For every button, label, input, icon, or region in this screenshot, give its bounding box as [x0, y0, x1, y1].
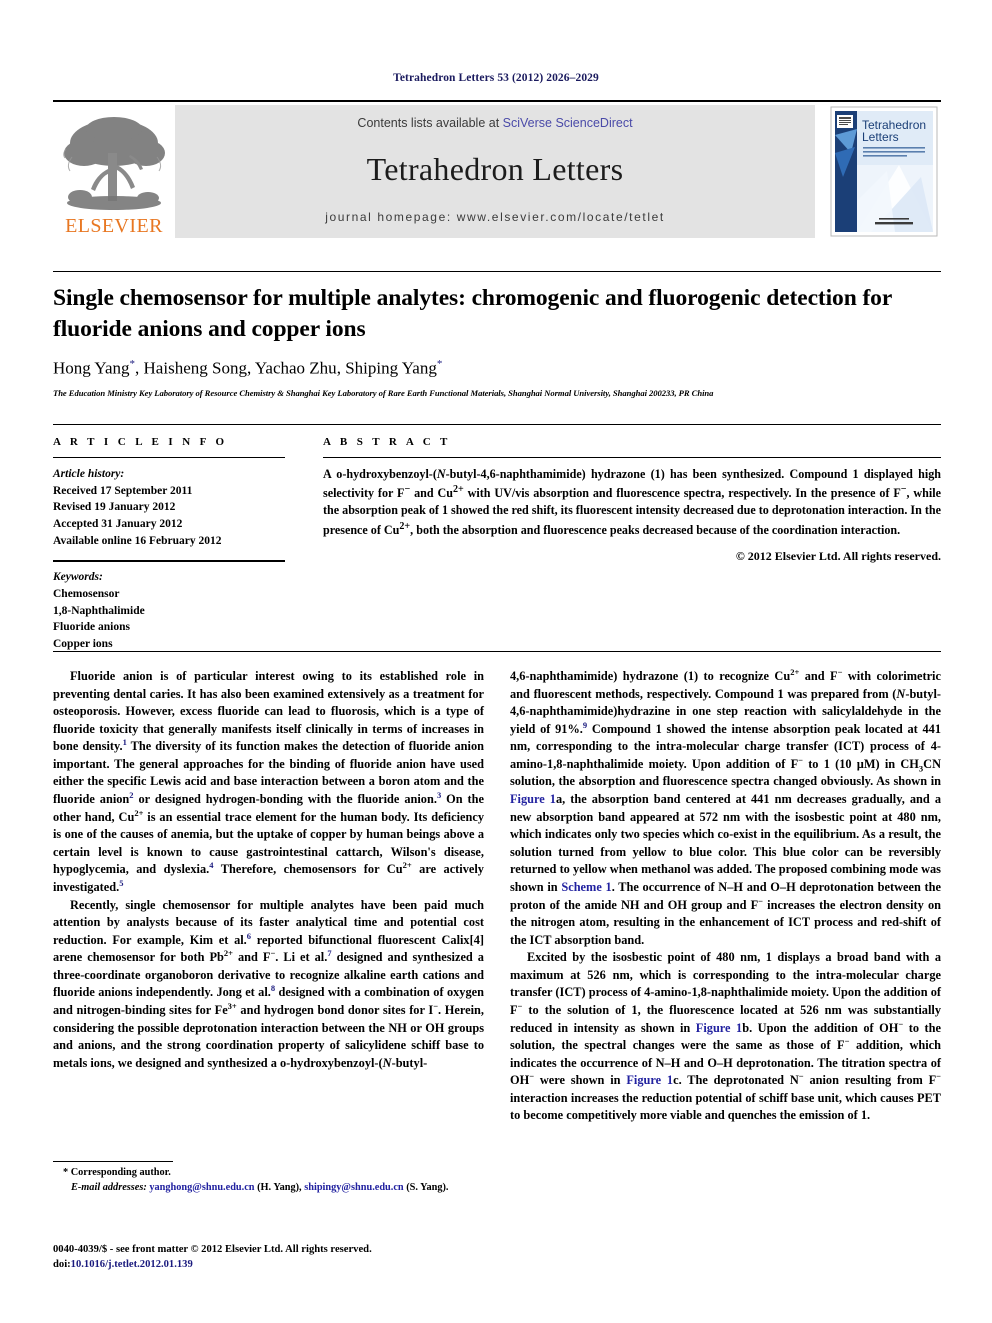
author-name-3: Yachao Zhu — [254, 358, 337, 378]
email-addresses-line: E-mail addresses: yanghong@shnu.edu.cn (… — [53, 1181, 484, 1196]
history-revised: Revised 19 January 2012 — [53, 501, 176, 514]
author-name-2: Haisheng Song — [143, 358, 247, 378]
abstract-copyright: © 2012 Elsevier Ltd. All rights reserved… — [735, 548, 941, 563]
scheme-1-link[interactable]: Scheme 1 — [561, 880, 611, 894]
email-owner-1: (H. Yang), — [257, 1181, 302, 1193]
abstract-heading: A B S T R A C T — [323, 436, 451, 448]
author-1-corresponding-marker: * — [129, 358, 136, 370]
author-name-1: Hong Yang — [53, 358, 130, 378]
corresponding-author-footnote: * Corresponding author. E-mail addresses… — [53, 1161, 484, 1195]
abstract-section: A B S T R A C T A o-hydroxybenzoyl-(N-bu… — [323, 436, 941, 564]
corresponding-author-line: * Corresponding author. — [63, 1167, 171, 1178]
email-addresses-label: E-mail addresses: — [71, 1181, 147, 1193]
body-paragraph: 4,6-naphthamimide) hydrazone (1) to reco… — [510, 666, 941, 947]
journal-title: Tetrahedron Letters — [366, 151, 624, 188]
doi-line: doi:10.1016/j.tetlet.2012.01.139 — [53, 1258, 653, 1273]
keyword-item: 1,8-Naphthalimide — [53, 604, 145, 617]
author-4-corresponding-marker: * — [436, 358, 443, 370]
keyword-item: Fluoride anions — [53, 621, 131, 634]
svg-text:Letters: Letters — [862, 130, 899, 144]
body-paragraph: Recently, single chemosensor for multipl… — [53, 897, 484, 1070]
article-info-heading: A R T I C L E I N F O — [53, 436, 228, 448]
keywords-label: Keywords: — [53, 571, 103, 584]
keyword-item: Chemosensor — [53, 588, 120, 601]
keywords-rule — [53, 560, 285, 563]
history-accepted: Accepted 31 January 2012 — [53, 518, 183, 531]
elsevier-tree-icon — [60, 113, 168, 215]
journal-cover-thumbnail: Tetrahedron Letters — [829, 105, 941, 238]
sciencedirect-link[interactable]: SciVerse ScienceDirect — [503, 116, 633, 130]
page-footer: 0040-4039/$ - see front matter © 2012 El… — [53, 1243, 653, 1273]
author-name-4: Shiping Yang — [345, 358, 437, 378]
elsevier-wordmark: ELSEVIER — [65, 215, 163, 237]
doi-link[interactable]: 10.1016/j.tetlet.2012.01.139 — [71, 1259, 193, 1270]
masthead-center: Contents lists available at SciVerse Sci… — [175, 105, 815, 238]
elsevier-logo: ELSEVIER — [53, 105, 175, 238]
abstract-body: A o-hydroxybenzoyl-(N-butyl-4,6-naphtham… — [323, 467, 941, 537]
body-column-left: Fluoride anion is of particular interest… — [53, 668, 484, 1072]
article-info-rule — [53, 457, 285, 458]
figure-1b-link[interactable]: Figure 1 — [696, 1021, 742, 1035]
email-link-1[interactable]: yanghong@shnu.edu.cn — [149, 1182, 254, 1193]
article-history-label: Article history: — [53, 468, 125, 480]
body-paragraph: Fluoride anion is of particular interest… — [53, 669, 485, 894]
article-page: Tetrahedron Letters 53 (2012) 2026–2029 — [0, 0, 992, 1323]
body-top-rule — [53, 651, 941, 652]
running-head: Tetrahedron Letters 53 (2012) 2026–2029 — [393, 72, 599, 84]
contents-list-line: Contents lists available at SciVerse Sci… — [357, 116, 632, 130]
footnote-rule — [53, 1161, 173, 1162]
article-info-section: A R T I C L E I N F O Article history: R… — [53, 436, 285, 653]
history-available-online: Available online 16 February 2012 — [53, 534, 222, 547]
journal-masthead: ELSEVIER Contents lists available at Sci… — [53, 100, 941, 238]
author-list: Hong Yang*, Haisheng Song, Yachao Zhu, S… — [53, 358, 443, 378]
contents-prefix: Contents lists available at — [357, 116, 503, 130]
abstract-rule — [323, 457, 941, 458]
issn-copyright-line: 0040-4039/$ - see front matter © 2012 El… — [53, 1244, 372, 1255]
title-top-rule — [53, 271, 941, 272]
email-owner-2: (S. Yang). — [406, 1181, 449, 1193]
body-column-right: 4,6-naphthamimide) hydrazone (1) to reco… — [510, 668, 941, 1125]
journal-homepage[interactable]: journal homepage: www.elsevier.com/locat… — [325, 210, 665, 224]
history-received: Received 17 September 2011 — [53, 484, 193, 497]
affiliation: The Education Ministry Key Laboratory of… — [53, 388, 714, 398]
body-paragraph: Excited by the isosbestic point of 480 n… — [510, 950, 942, 1123]
doi-label: doi: — [53, 1258, 71, 1270]
page-title: Single chemosensor for multiple analytes… — [53, 285, 892, 342]
email-link-2[interactable]: shipingy@shnu.edu.cn — [304, 1182, 403, 1193]
figure-1c-link[interactable]: Figure 1 — [626, 1073, 673, 1087]
figure-1a-link[interactable]: Figure 1 — [510, 792, 556, 806]
info-top-rule — [53, 424, 941, 425]
